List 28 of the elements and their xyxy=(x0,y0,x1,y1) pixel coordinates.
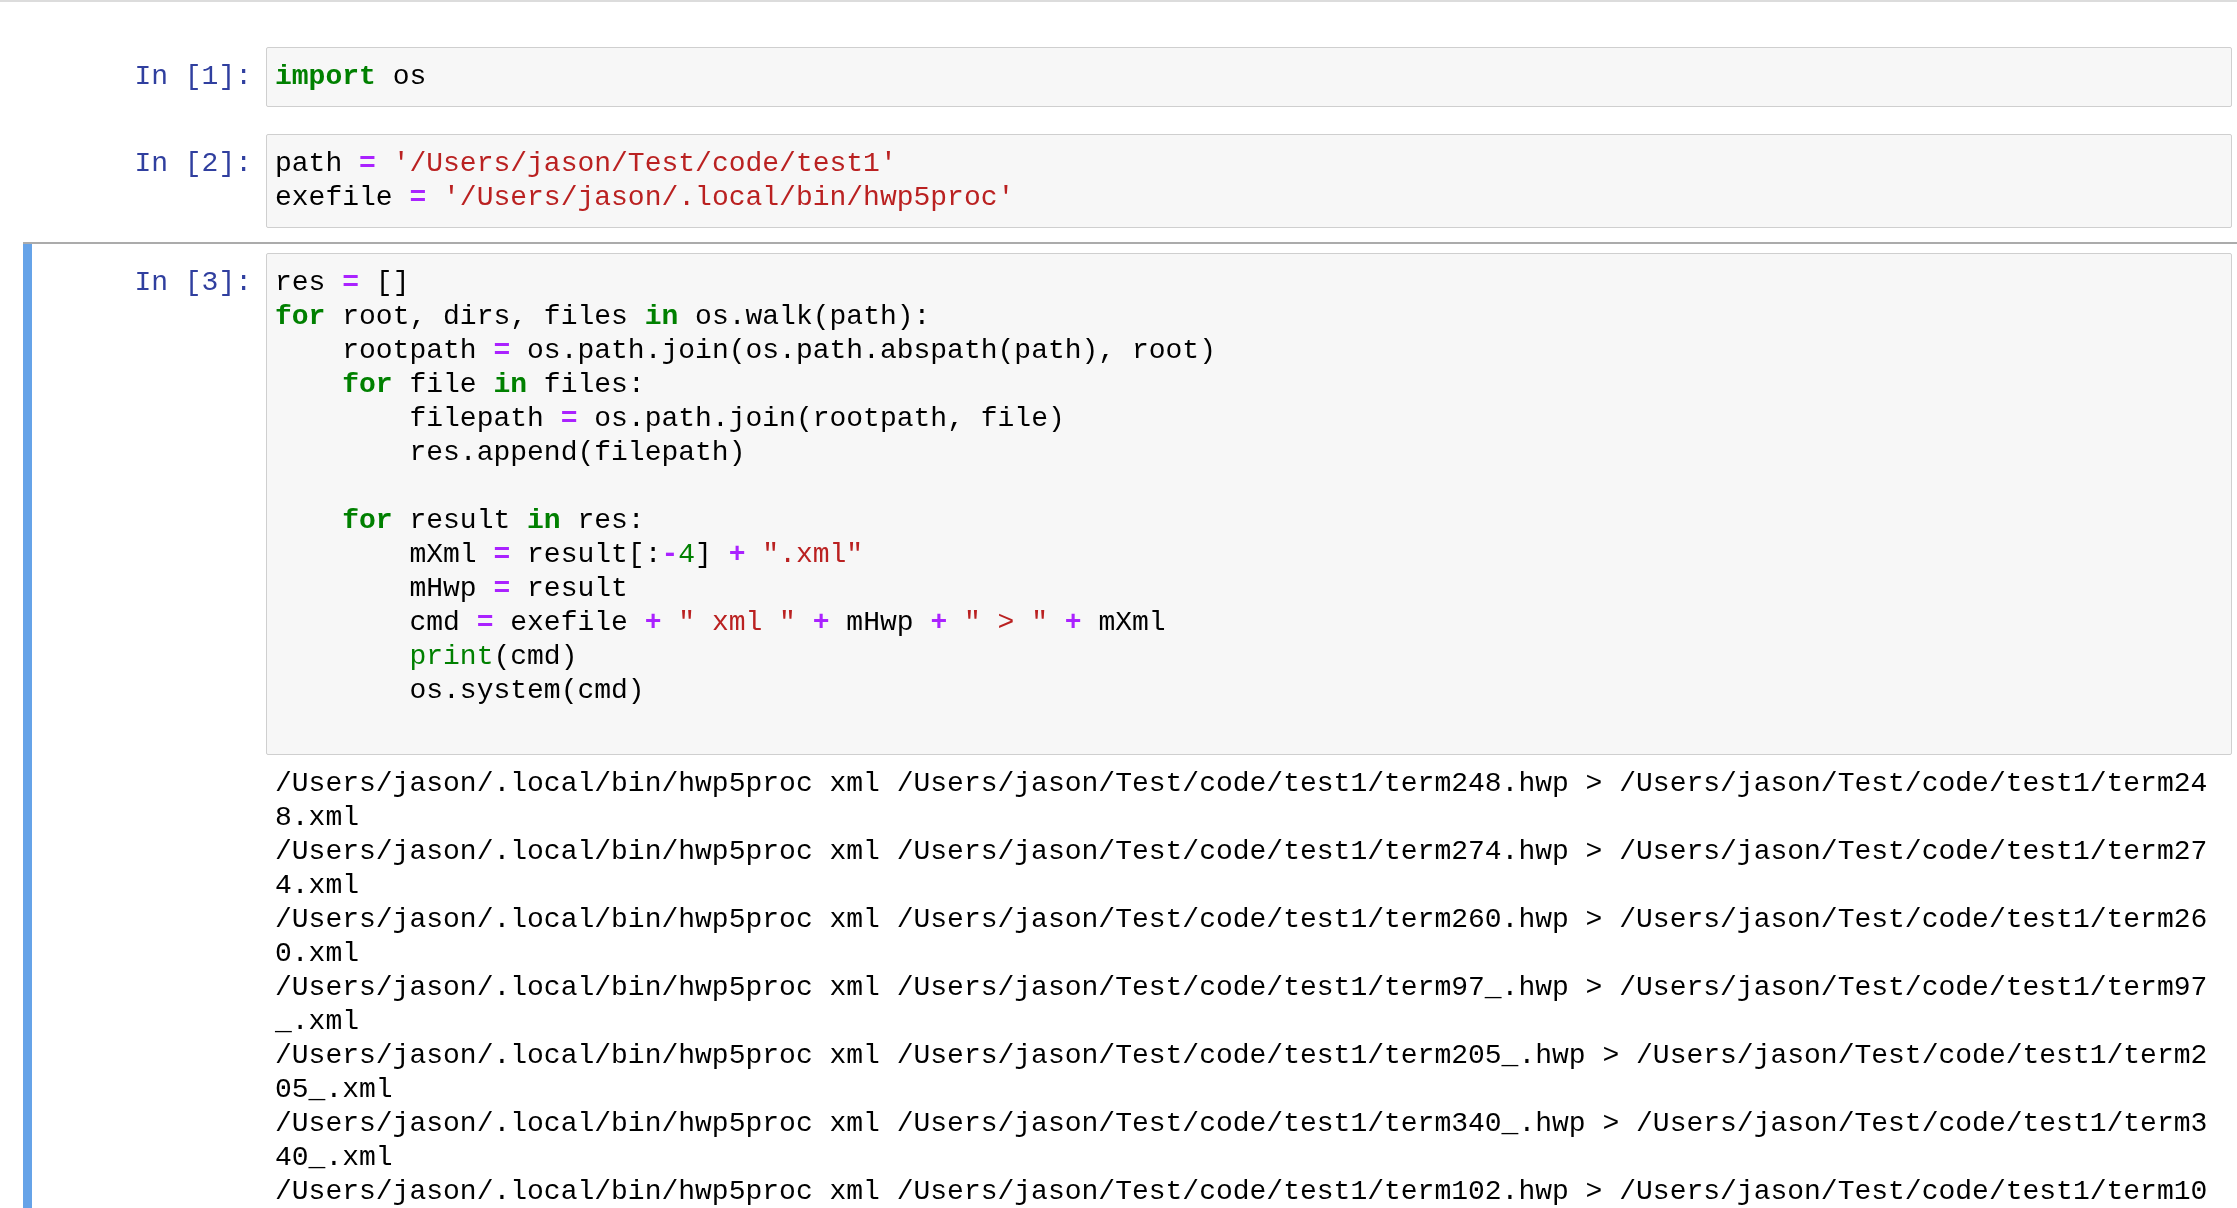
code-line: cmd = exefile + " xml " + mHwp + " > " + mXml xyxy=(408,606,1166,640)
code-cell[interactable] xyxy=(266,253,2232,755)
code-line: os.system(cmd) xyxy=(408,674,645,708)
code-line: rootpath = os.path.join(os.path.abspath(path), root) xyxy=(341,334,1216,368)
code-cell[interactable]: import os xyxy=(266,47,2232,107)
output-text: /Users/jason/.local/bin/hwp5proc xml /Users/jason/Test/code/test1/term205_.hwp > /Users/jason/Test/code/test1/term205_.xml xyxy=(275,1039,2208,1107)
output-text: /Users/jason/.local/bin/hwp5proc xml /Users/jason/Test/code/test1/term340_.hwp > /Users/jason/Test/code/test1/term340_.xml xyxy=(275,1107,2208,1175)
code-line: mXml = result[:-4] + ".xml" xyxy=(408,538,864,572)
output-text: /Users/jason/.local/bin/hwp5proc xml /Users/jason/Test/code/test1/term260.hwp > /Users/jason/Test/code/test1/term260.xml xyxy=(275,903,2208,971)
code-line: mHwp = result xyxy=(408,572,628,606)
output-text: /Users/jason/.local/bin/hwp5proc xml /Users/jason/Test/code/test1/term248.hwp > /Users/jason/Test/code/test1/term248.xml xyxy=(275,767,2208,835)
output-text: /Users/jason/.local/bin/hwp5proc xml /Users/jason/Test/code/test1/term274.hwp > /Users/jason/Test/code/test1/term274.xml xyxy=(275,835,2208,903)
code-line: import os xyxy=(275,60,427,94)
code-line: path = '/Users/jason/Test/code/test1' xyxy=(275,147,897,181)
code-line: for result in res: xyxy=(341,504,645,538)
code-line: filepath = os.path.join(rootpath, file) xyxy=(408,402,1065,436)
output-text: /Users/jason/.local/bin/hwp5proc xml /Users/jason/Test/code/test1/term102.hwp > /Users/jason/Test/code/test1/term10 xyxy=(275,1175,2208,1208)
code-line: res = [] xyxy=(275,266,410,300)
cell-prompt: In [3]: xyxy=(134,266,252,300)
code-line: for root, dirs, files in os.walk(path): xyxy=(275,300,931,334)
code-line: for file in files: xyxy=(341,368,645,402)
code-line: res.append(filepath) xyxy=(408,436,746,470)
code-cell[interactable]: path = '/Users/jason/Test/code/test1' exefile = '/Users/jason/.local/bin/hwp5proc' xyxy=(266,134,2232,228)
cell-prompt: In [2]: xyxy=(134,147,252,181)
code-line: exefile = '/Users/jason/.local/bin/hwp5proc' xyxy=(275,181,1015,215)
cell-prompt: In [1]: xyxy=(134,60,252,94)
code-line: print(cmd) xyxy=(408,640,578,674)
output-text: /Users/jason/.local/bin/hwp5proc xml /Users/jason/Test/code/test1/term97_.hwp > /Users/jason/Test/code/test1/term97_.xml xyxy=(275,971,2208,1039)
